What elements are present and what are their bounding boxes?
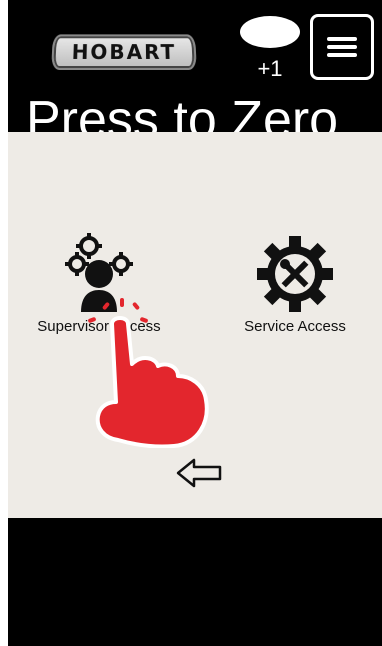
access-panel: Supervisor Access Service Access bbox=[8, 132, 382, 518]
device-screen: HOBART +1 Press to Zero Supervisor Acces… bbox=[8, 0, 382, 646]
hobart-logo: HOBART bbox=[51, 34, 197, 71]
wrench-screwdriver-gear-icon bbox=[257, 236, 333, 312]
service-access-label: Service Access bbox=[244, 318, 346, 335]
service-access-button[interactable]: Service Access bbox=[220, 232, 370, 335]
hamburger-icon bbox=[327, 37, 357, 41]
left-arrow-icon[interactable] bbox=[176, 456, 224, 490]
notification-count: +1 bbox=[257, 56, 283, 81]
logo-text: HOBART bbox=[71, 40, 177, 64]
menu-button[interactable] bbox=[310, 14, 374, 80]
tap-hand-icon bbox=[88, 298, 209, 448]
notification-bubble[interactable] bbox=[240, 16, 300, 48]
